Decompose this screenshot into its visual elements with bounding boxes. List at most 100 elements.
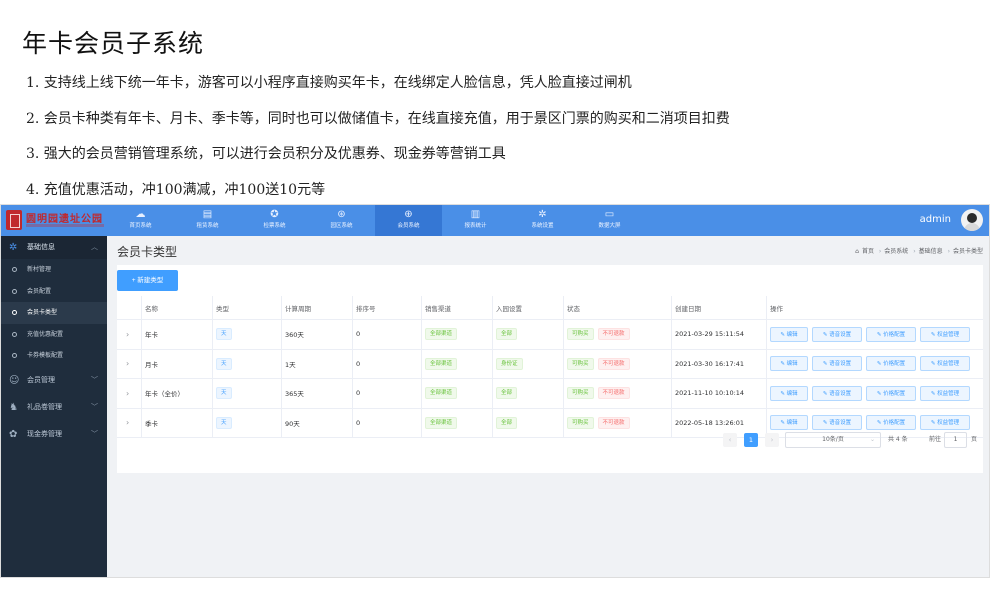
date-cell: 2021-03-30 16:17:41 [671,349,766,378]
type-cell: 天 [212,379,281,408]
rights-manage-button[interactable]: ✎ 权益管理 [920,326,970,342]
entry-tag: 全部 [496,416,518,429]
table-row: › 年卡（全价） 天 365天 0 全部渠道 全部 可购买 不可退款 2021-1… [117,379,983,409]
nav-item-home[interactable]: ☁ 首页系统 [107,205,174,236]
bar-chart-icon: ▥ [470,209,481,220]
sidebar-group-cash[interactable]: ✿ 现金券管理 ﹀ [1,421,107,448]
price-config-button[interactable]: ✎ 价格配置 [866,415,916,431]
sort-cell: 0 [352,349,421,378]
status-badge: 可购买 [567,328,594,341]
nav-item-park[interactable]: ⊛ 园区系统 [308,205,375,236]
status-badge: 可购买 [567,387,594,400]
type-tag: 天 [216,328,232,341]
dot-icon [12,331,17,337]
user-name[interactable]: admin [920,214,951,225]
goto-prefix: 前往 [929,436,942,443]
logo-text: 圆明园遗址公园 [26,214,103,225]
rights-manage-button[interactable]: ✎ 权益管理 [920,385,970,401]
nav-item-member[interactable]: ⊕ 会员系统 [375,205,442,236]
logo[interactable]: 圆明园遗址公园 [1,205,107,236]
nav-item-rental[interactable]: ▤ 租赁系统 [174,205,241,236]
button-label: 编辑 [786,361,798,368]
dot-icon [12,310,17,315]
sidebar-item-village[interactable]: 新村管理 [1,259,107,281]
dot-icon [12,288,17,294]
top-nav: ☁ 首页系统 ▤ 租赁系统 ✪ 检票系统 ⊛ 园区系统 ⊕ 会员系统 ▥ 报表统计 ✲ 系统设… [107,205,643,236]
nav-item-report[interactable]: ▥ 报表统计 [442,205,509,236]
period-cell: 360天 [281,320,352,349]
rights-manage-button[interactable]: ✎ 权益管理 [920,356,970,372]
logo-icon [6,210,22,230]
sidebar-group-gift[interactable]: ♞ 礼品卷管理 ﹀ [1,394,107,421]
home-icon: ⌂ [855,248,859,255]
next-page-button[interactable]: › [765,433,779,447]
status-cell: 可购买 不可退款 [563,379,671,408]
nav-item-bigscreen[interactable]: ▭ 数据大屏 [576,205,643,236]
new-type-button[interactable]: + 新建类型 [117,270,178,291]
voice-settings-button[interactable]: ✎ 语音设置 [812,326,862,342]
rights-manage-button[interactable]: ✎ 权益管理 [920,415,970,431]
chevron-down-icon: ﹀ [91,402,98,411]
entry-cell: 身份证 [492,349,563,378]
expand-chevron-icon[interactable]: › [117,379,141,408]
breadcrumb-item[interactable]: 基础信息 [919,248,943,255]
button-label: 权益管理 [937,331,960,338]
voice-settings-button[interactable]: ✎ 语音设置 [812,385,862,401]
actions-cell: ✎ 编辑 ✎ 语音设置 ✎ 价格配置 ✎ 权益管理 [766,379,983,408]
name-cell: 年卡（全价） [141,379,212,408]
entry-tag: 身份证 [496,357,523,370]
sidebar: ✲ 基础信息 ︿ 新村管理 会员配置 会员卡类型 充值优惠配置 卡券模板配置 ☺… [1,236,107,577]
edit-button[interactable]: ✎ 编辑 [770,385,808,401]
sidebar-group-basic[interactable]: ✲ 基础信息 ︿ [1,236,107,259]
edit-button[interactable]: ✎ 编辑 [770,326,808,342]
chevron-up-icon: ︿ [91,243,98,251]
price-config-button[interactable]: ✎ 价格配置 [866,326,916,342]
button-label: 价格配置 [883,420,906,427]
sidebar-item-coupon-template[interactable]: 卡券模板配置 [1,345,107,367]
chevron-down-icon: ﹀ [91,429,98,438]
price-config-button[interactable]: ✎ 价格配置 [866,385,916,401]
breadcrumb-item[interactable]: 会员系统 [884,248,908,255]
sidebar-item-card-type[interactable]: 会员卡类型 [1,302,107,324]
voice-settings-button[interactable]: ✎ 语音设置 [812,415,862,431]
main-content: 会员卡类型 ⌂ 首页 › 会员系统 › 基础信息 › 会员卡类型 + 新建类型 名称 类… [107,236,989,577]
chevron-down-icon: ﹀ [91,375,98,384]
button-label: 价格配置 [883,331,906,338]
avatar[interactable] [961,209,983,231]
expand-chevron-icon[interactable]: › [117,320,141,349]
button-label: 编辑 [786,420,798,427]
type-cell: 天 [212,349,281,378]
sidebar-item-member-config[interactable]: 会员配置 [1,281,107,303]
nav-item-settings[interactable]: ✲ 系统设置 [509,205,576,236]
coupon-icon: ✿ [9,428,18,440]
button-label: 编辑 [786,390,798,397]
edit-button[interactable]: ✎ 编辑 [770,415,808,431]
nav-item-ticket[interactable]: ✪ 检票系统 [241,205,308,236]
entry-tag: 全部 [496,328,518,341]
expand-chevron-icon[interactable]: › [117,350,141,379]
goto-suffix: 页 [971,436,978,443]
status-badge: 不可退款 [597,328,630,341]
app-screenshot: 圆明园遗址公园 ☁ 首页系统 ▤ 租赁系统 ✪ 检票系统 ⊛ 园区系统 ⊕ 会员系统 ▥ 报… [0,204,990,578]
breadcrumb-item[interactable]: 首页 [862,248,874,255]
page-size-value: 10条/页 [822,436,844,443]
sidebar-item-label: 新村管理 [27,266,52,273]
sidebar-group-member[interactable]: ☺ 会员管理 ﹀ [1,367,107,394]
price-config-button[interactable]: ✎ 价格配置 [866,356,916,372]
goto-page-input[interactable]: 1 [944,432,967,448]
entry-cell: 全部 [492,379,563,408]
sort-cell: 0 [352,320,421,349]
sidebar-item-recharge[interactable]: 充值优惠配置 [1,324,107,346]
header-cell: 排序号 [352,296,421,319]
button-label: 语音设置 [829,361,852,368]
edit-button[interactable]: ✎ 编辑 [770,356,808,372]
table-panel: + 新建类型 名称 类型 计算周期 排序号 销售渠道 入园设置 状态 创建日期 … [117,265,983,473]
page-number-button[interactable]: 1 [744,433,758,447]
status-cell: 可购买 不可退款 [563,349,671,378]
voice-settings-button[interactable]: ✎ 语音设置 [812,356,862,372]
date-cell: 2021-03-29 15:11:54 [671,320,766,349]
chevron-right-icon: › [947,248,950,255]
header-cell: 名称 [141,296,212,319]
page-size-select[interactable]: 10条/页 ⌄ [785,432,881,448]
prev-page-button[interactable]: ‹ [723,433,737,447]
